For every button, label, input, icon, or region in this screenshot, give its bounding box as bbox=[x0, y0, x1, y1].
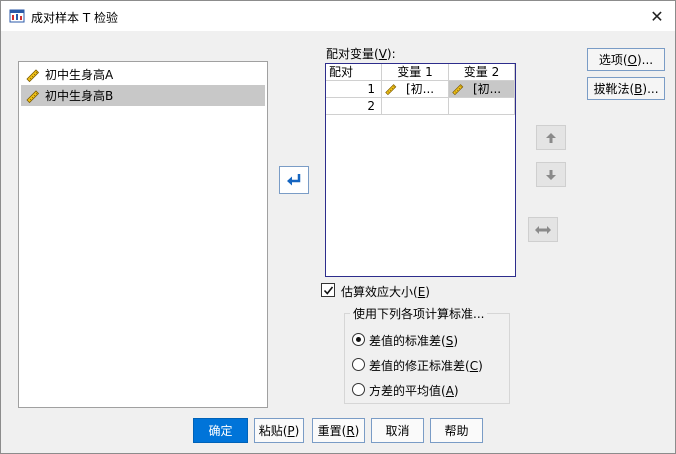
swap-icon bbox=[535, 225, 551, 234]
bootstrap-button[interactable]: 拔靴法(B)... bbox=[587, 77, 665, 100]
source-variable-list[interactable]: 初中生身高A 初中生身高B bbox=[18, 61, 268, 408]
radio-average-variance-label[interactable]: 方差的平均值(A) bbox=[369, 382, 459, 399]
effect-size-label[interactable]: 估算效应大小(E) bbox=[341, 283, 430, 300]
header-variable-1: 变量 1 bbox=[382, 64, 449, 81]
ok-button[interactable]: 确定 bbox=[193, 418, 248, 443]
list-item[interactable]: 初中生身高A bbox=[21, 64, 265, 85]
radio-corrected-std-diff[interactable] bbox=[352, 358, 365, 371]
header-variable-2: 变量 2 bbox=[449, 64, 515, 81]
move-up-button[interactable] bbox=[536, 125, 566, 150]
radio-std-diff[interactable] bbox=[352, 333, 365, 346]
move-variable-button[interactable] bbox=[279, 166, 309, 194]
cancel-button[interactable]: 取消 bbox=[371, 418, 424, 443]
paste-button[interactable]: 粘贴(P) bbox=[254, 418, 304, 443]
close-icon: ✕ bbox=[650, 6, 664, 26]
pair-variable-1-cell[interactable]: [初... bbox=[382, 81, 449, 98]
checkmark-icon bbox=[323, 286, 333, 295]
arrow-up-icon bbox=[546, 132, 556, 143]
help-button[interactable]: 帮助 bbox=[430, 418, 483, 443]
standardizer-group-title: 使用下列各项计算标准... bbox=[350, 305, 488, 322]
arrow-move-icon bbox=[287, 174, 301, 186]
window-title: 成对样本 T 检验 bbox=[31, 11, 118, 25]
pair-variable-2-text: [初... bbox=[473, 82, 502, 96]
options-button[interactable]: 选项(O)... bbox=[587, 48, 665, 71]
effect-size-checkbox[interactable] bbox=[321, 283, 335, 297]
pair-number: 2 bbox=[326, 98, 382, 115]
table-row[interactable]: 2 bbox=[326, 98, 515, 115]
grid-header-row: 配对 变量 1 变量 2 bbox=[326, 64, 515, 81]
paired-variables-grid[interactable]: 配对 变量 1 变量 2 1 [初... [初... 2 bbox=[325, 63, 516, 277]
scale-ruler-icon bbox=[385, 84, 397, 96]
scale-ruler-icon bbox=[26, 68, 40, 82]
arrow-down-icon bbox=[546, 169, 556, 180]
radio-average-variance[interactable] bbox=[352, 383, 365, 396]
radio-std-diff-label[interactable]: 差值的标准差(S) bbox=[369, 332, 458, 349]
pair-variable-2-cell[interactable] bbox=[449, 98, 515, 115]
list-item-label: 初中生身高B bbox=[45, 89, 114, 103]
pair-variable-1-cell[interactable] bbox=[382, 98, 449, 115]
radio-corrected-std-diff-label[interactable]: 差值的修正标准差(C) bbox=[369, 357, 483, 374]
paired-variables-label: 配对变量(V): bbox=[326, 47, 396, 61]
close-button[interactable]: ✕ bbox=[639, 1, 675, 31]
scale-ruler-icon bbox=[452, 84, 464, 96]
swap-variables-button[interactable] bbox=[528, 217, 558, 242]
table-row[interactable]: 1 [初... [初... bbox=[326, 81, 515, 98]
pair-variable-1-text: [初... bbox=[406, 82, 435, 96]
scale-ruler-icon bbox=[26, 89, 40, 103]
dialog-window: 成对样本 T 检验 ✕ 初中生身高A 初中生身高B 配对变量(V): 配对 变量… bbox=[0, 0, 676, 454]
reset-button[interactable]: 重置(R) bbox=[312, 418, 365, 443]
title-bar: 成对样本 T 检验 ✕ bbox=[1, 1, 675, 31]
list-item[interactable]: 初中生身高B bbox=[21, 85, 265, 106]
list-item-label: 初中生身高A bbox=[45, 68, 114, 82]
dialog-app-icon bbox=[9, 9, 25, 23]
header-pair: 配对 bbox=[326, 64, 382, 81]
pair-variable-2-cell[interactable]: [初... bbox=[449, 81, 515, 98]
move-down-button[interactable] bbox=[536, 162, 566, 187]
pair-number: 1 bbox=[326, 81, 382, 98]
